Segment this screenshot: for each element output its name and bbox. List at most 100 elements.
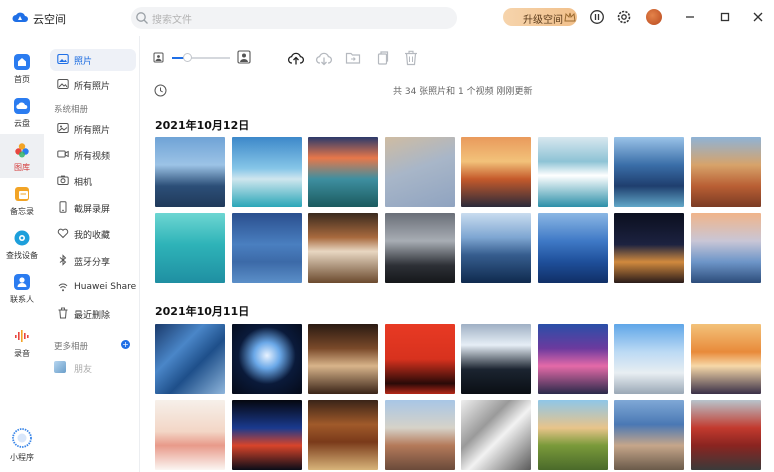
sidebar-item-screenshots[interactable]: 截屏录屏	[50, 197, 136, 219]
nav-item-mini-program[interactable]: 小程序	[0, 424, 44, 468]
cloud-drive-icon	[14, 98, 30, 114]
photo-thumbnail[interactable]	[155, 324, 225, 394]
nav-item-recorder[interactable]: 录音	[0, 320, 44, 364]
photo-thumbnail[interactable]	[385, 400, 455, 470]
photo-thumbnail[interactable]	[308, 137, 378, 207]
photo-thumbnail[interactable]	[538, 137, 608, 207]
photo-thumbnail[interactable]	[308, 400, 378, 470]
sidebar-item-label: 我的收藏	[74, 231, 111, 241]
photo-thumbnail[interactable]	[461, 324, 531, 394]
upload-icon[interactable]	[287, 49, 305, 67]
app-title: 云空间	[33, 13, 66, 26]
sidebar-item-camera[interactable]: 相机	[50, 170, 136, 192]
photo-thumbnail[interactable]	[614, 324, 684, 394]
small-thumbnail-icon[interactable]	[153, 52, 164, 63]
nav-label: 联系人	[10, 295, 34, 304]
photo-toolbar	[140, 36, 774, 80]
left-navigation: 首页 云盘 图库 备忘录 查找设备 联系人 录音 小程序	[0, 36, 44, 472]
nav-item-notes[interactable]: 备忘录	[0, 178, 44, 222]
photo-thumbnail[interactable]	[691, 137, 761, 207]
album-label-friends[interactable]: 朋友	[74, 362, 92, 375]
search-box[interactable]: 搜索文件	[131, 7, 457, 29]
upgrade-space-button[interactable]: 升级空间	[503, 8, 577, 26]
sidebar-item-bluetooth[interactable]: 蓝牙分享	[50, 250, 136, 272]
sidebar-item-favorites[interactable]: 我的收藏	[50, 223, 136, 245]
minimize-icon[interactable]	[682, 9, 698, 25]
image-icon	[57, 123, 69, 133]
search-icon	[136, 12, 148, 24]
album-thumbnail[interactable]	[54, 361, 66, 373]
photo-thumbnail[interactable]	[614, 400, 684, 470]
download-icon[interactable]	[315, 49, 333, 67]
large-thumbnail-icon[interactable]	[237, 50, 251, 64]
photo-thumbnail[interactable]	[691, 324, 761, 394]
sidebar-item-photos[interactable]: 照片	[50, 49, 136, 71]
photo-thumbnail[interactable]	[232, 400, 302, 470]
sidebar-item-label: 所有照片	[74, 126, 111, 136]
nav-item-cloud-drive[interactable]: 云盘	[0, 90, 44, 134]
home-icon	[14, 54, 30, 70]
clock-icon[interactable]	[154, 84, 167, 97]
video-icon	[57, 150, 69, 158]
photo-thumbnail[interactable]	[691, 400, 761, 470]
speed-gauge-icon[interactable]	[589, 9, 605, 25]
photo-thumbnail[interactable]	[385, 324, 455, 394]
photo-thumbnail[interactable]	[538, 400, 608, 470]
cloud-logo-icon	[12, 12, 28, 22]
photo-thumbnail[interactable]	[461, 400, 531, 470]
delete-icon[interactable]	[402, 49, 420, 67]
notes-icon	[15, 187, 29, 201]
photo-thumbnail[interactable]	[308, 324, 378, 394]
nav-label: 查找设备	[6, 251, 38, 260]
nav-item-home[interactable]: 首页	[0, 46, 44, 90]
sidebar-item-recently-deleted[interactable]: 最近删除	[50, 303, 136, 325]
photo-thumbnail[interactable]	[614, 137, 684, 207]
photo-thumbnail[interactable]	[232, 213, 302, 283]
nav-item-contacts[interactable]: 联系人	[0, 266, 44, 310]
search-input[interactable]: 搜索文件	[152, 11, 192, 26]
sidebar-item-all-photos-system[interactable]: 所有照片	[50, 118, 136, 140]
nav-label: 备忘录	[10, 207, 34, 216]
photo-thumbnail[interactable]	[232, 324, 302, 394]
maximize-icon[interactable]	[717, 9, 733, 25]
gallery-icon	[15, 143, 29, 158]
photo-thumbnail[interactable]	[691, 213, 761, 283]
photo-thumbnail[interactable]	[155, 137, 225, 207]
sidebar-item-label: 截屏录屏	[74, 205, 111, 215]
photo-thumbnail[interactable]	[385, 137, 455, 207]
settings-gear-icon[interactable]	[616, 9, 632, 25]
huawei-share-icon	[58, 283, 68, 292]
photo-thumbnail[interactable]	[155, 213, 225, 283]
photo-thumbnail[interactable]	[232, 137, 302, 207]
find-device-icon	[14, 230, 30, 246]
photo-thumbnail[interactable]	[461, 137, 531, 207]
photo-thumbnail[interactable]	[614, 213, 684, 283]
sidebar-item-huawei-share[interactable]: Huawei Share	[50, 277, 136, 299]
move-to-album-icon[interactable]	[344, 49, 362, 67]
nav-item-gallery[interactable]: 图库	[0, 134, 44, 178]
sidebar-item-label: 所有照片	[74, 82, 111, 92]
close-icon[interactable]	[750, 9, 766, 25]
photo-thumbnail[interactable]	[308, 213, 378, 283]
sidebar-item-label: Huawei Share	[74, 282, 137, 292]
nav-label: 小程序	[10, 453, 34, 462]
sidebar-item-all-videos[interactable]: 所有视频	[50, 144, 136, 166]
sidebar-item-label: 所有视频	[74, 152, 111, 162]
date-heading: 2021年10月11日	[155, 305, 250, 318]
add-album-button[interactable]: +	[121, 340, 130, 349]
zoom-slider-knob[interactable]	[183, 53, 192, 62]
photo-thumbnail[interactable]	[461, 213, 531, 283]
all-photos-icon	[57, 79, 69, 89]
avatar[interactable]	[646, 9, 662, 25]
copy-icon[interactable]	[373, 49, 391, 67]
photo-thumbnail[interactable]	[155, 400, 225, 470]
screenshot-icon	[59, 201, 67, 213]
photo-thumbnail[interactable]	[385, 213, 455, 283]
sidebar-item-label: 照片	[74, 57, 93, 67]
photo-thumbnail[interactable]	[538, 213, 608, 283]
nav-label: 云盘	[14, 119, 30, 128]
nav-item-find-device[interactable]: 查找设备	[0, 222, 44, 266]
bluetooth-icon	[59, 254, 67, 266]
photo-thumbnail[interactable]	[538, 324, 608, 394]
sidebar-item-all-photos[interactable]: 所有照片	[50, 74, 136, 96]
